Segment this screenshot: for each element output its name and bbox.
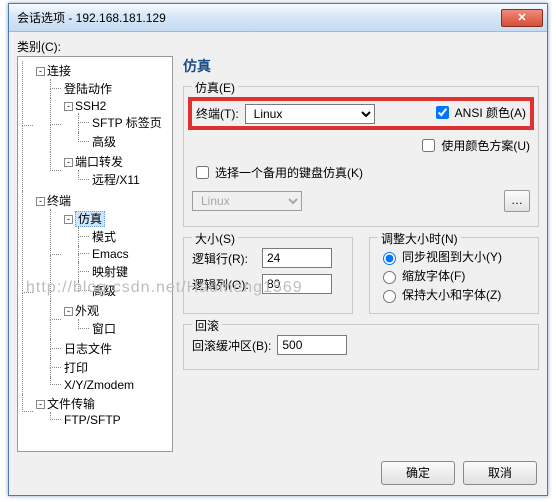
- tree-item-terminal[interactable]: -终端 -仿真 模式 Emacs 映射键 高级: [22, 191, 170, 394]
- ansi-color-checkbox[interactable]: [436, 106, 449, 119]
- group-legend: 大小(S): [192, 230, 238, 247]
- collapse-icon[interactable]: -: [36, 400, 45, 409]
- sync-view-radio[interactable]: [383, 252, 396, 265]
- cancel-button[interactable]: 取消: [463, 461, 537, 485]
- group-legend: 仿真(E): [192, 79, 238, 96]
- tree-item-emulation[interactable]: -仿真 模式 Emacs 映射键 高级: [50, 209, 170, 301]
- highlighted-row: 终端(T): Linux ANSI 颜色(A): [188, 97, 534, 130]
- group-legend: 回滚: [192, 317, 222, 334]
- tree-item[interactable]: 高级: [78, 132, 170, 151]
- scale-font-label: 缩放字体(F): [402, 267, 465, 284]
- ellipsis-button[interactable]: …: [504, 190, 530, 212]
- group-legend: 调整大小时(N): [378, 230, 461, 247]
- tree-item-appearance[interactable]: -外观 窗口: [50, 301, 170, 339]
- cols-label: 逻辑列(O):: [192, 276, 256, 293]
- collapse-icon[interactable]: -: [64, 307, 73, 316]
- backup-emu-select: Linux: [192, 191, 302, 211]
- group-size: 大小(S) 逻辑行(R): 逻辑列(O):: [183, 237, 353, 314]
- keep-size-label: 保持大小和字体(Z): [402, 286, 501, 303]
- collapse-icon[interactable]: -: [64, 102, 73, 111]
- tree-item[interactable]: FTP/SFTP: [50, 412, 170, 428]
- tree-item[interactable]: SFTP 标签页: [78, 113, 170, 132]
- ok-button[interactable]: 确定: [381, 461, 455, 485]
- tree-item-ssh2[interactable]: -SSH2 SFTP 标签页 高级: [50, 98, 170, 152]
- category-label: 类别(C):: [17, 38, 61, 55]
- tree-item[interactable]: 日志文件: [50, 339, 170, 358]
- terminal-select[interactable]: Linux: [245, 104, 375, 124]
- sync-view-label: 同步视图到大小(Y): [402, 248, 502, 265]
- tree-item[interactable]: 打印: [50, 358, 170, 377]
- group-resize: 调整大小时(N) 同步视图到大小(Y) 缩放字体(F) 保持大小和字体(Z): [369, 237, 539, 314]
- rows-label: 逻辑行(R):: [192, 250, 256, 267]
- tree-item[interactable]: X/Y/Zmodem: [50, 377, 170, 393]
- group-scrollback: 回滚 回滚缓冲区(B):: [183, 324, 539, 370]
- ansi-color-label: ANSI 颜色(A): [455, 104, 526, 121]
- collapse-icon[interactable]: -: [36, 67, 45, 76]
- tree-item[interactable]: 登陆动作: [50, 79, 170, 98]
- collapse-icon[interactable]: -: [64, 158, 73, 167]
- buffer-label: 回滚缓冲区(B):: [192, 337, 271, 354]
- collapse-icon[interactable]: -: [36, 197, 45, 206]
- tree-item-filetransfer[interactable]: -文件传输 FTP/SFTP: [22, 394, 170, 429]
- close-button[interactable]: ✕: [501, 9, 543, 27]
- terminal-label: 终端(T):: [196, 105, 239, 122]
- tree-item[interactable]: 窗口: [78, 319, 170, 338]
- backup-emu-label: 选择一个备用的键盘仿真(K): [215, 164, 363, 181]
- tree-item[interactable]: 模式: [78, 227, 170, 246]
- tree-item[interactable]: 高级: [78, 281, 170, 300]
- category-tree[interactable]: -连接 登陆动作 -SSH2 SFTP 标签页 高级: [17, 56, 173, 452]
- use-color-scheme-label: 使用颜色方案(U): [441, 137, 530, 154]
- cols-input[interactable]: [262, 274, 332, 294]
- tree-item[interactable]: Emacs: [78, 246, 170, 262]
- group-emulation: 仿真(E) 终端(T): Linux ANSI 颜色(A) 使用颜色方案(U): [183, 86, 539, 227]
- keep-size-radio[interactable]: [383, 290, 396, 303]
- tree-selected-item[interactable]: 仿真: [75, 211, 105, 227]
- collapse-icon[interactable]: -: [64, 215, 73, 224]
- tree-item-connection[interactable]: -连接 登陆动作 -SSH2 SFTP 标签页 高级: [22, 61, 170, 191]
- window-title: 会话选项 - 192.168.181.129: [17, 9, 501, 26]
- buffer-input[interactable]: [277, 335, 347, 355]
- use-color-scheme-checkbox[interactable]: [422, 139, 435, 152]
- scale-font-radio[interactable]: [383, 271, 396, 284]
- backup-emu-checkbox[interactable]: [196, 166, 209, 179]
- tree-item-portfwd[interactable]: -端口转发 远程/X11: [50, 152, 170, 190]
- close-icon: ✕: [517, 11, 526, 24]
- pane-title: 仿真: [183, 56, 539, 76]
- tree-item[interactable]: 远程/X11: [78, 170, 170, 189]
- tree-item[interactable]: 映射键: [78, 262, 170, 281]
- rows-input[interactable]: [262, 248, 332, 268]
